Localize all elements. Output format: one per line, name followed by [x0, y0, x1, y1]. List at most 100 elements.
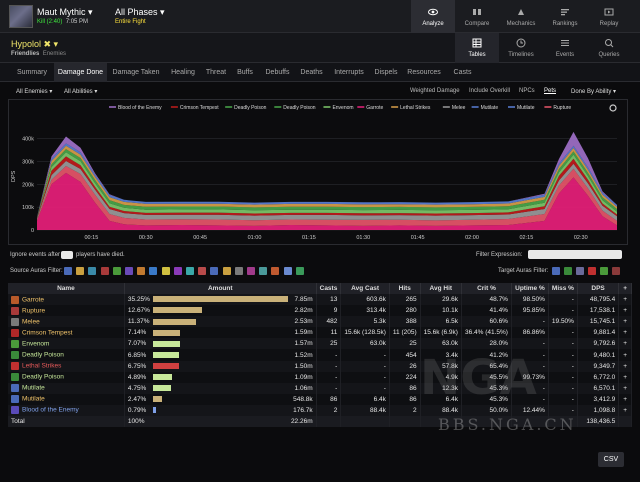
view-events[interactable]: Events	[543, 33, 587, 63]
col-uptime[interactable]: Uptime %	[511, 283, 549, 294]
tab-healing[interactable]: Healing	[164, 63, 202, 82]
ability-name[interactable]: Envenom	[8, 338, 125, 350]
source-aura-icon[interactable]	[234, 267, 243, 275]
tab-damage-done[interactable]: Damage Done	[54, 63, 107, 82]
table-row[interactable]: Garrote 35.25% 7.85m 13 603.6k 265 29.6k 48.7% 9…	[8, 294, 632, 306]
csv-export-button[interactable]: CSV	[598, 452, 624, 467]
nav-replay[interactable]: Replay	[587, 0, 631, 33]
table-row[interactable]: Mutilate 2.47% 548.8k 86 6.4k 86 6.4k 45.3% - -3,…	[8, 393, 632, 405]
tab-damage-taken[interactable]: Damage Taken	[108, 63, 164, 82]
col-expand[interactable]: +	[618, 283, 632, 294]
view-timelines[interactable]: Timelines	[499, 33, 543, 63]
table-row[interactable]: Rupture 12.67% 2.82m 9 313.4k 280 10.1k 41.4% 95…	[8, 305, 632, 317]
phase-selector[interactable]: All Phases ▾	[115, 7, 165, 18]
group-by-dropdown[interactable]: Done By Ability ▾	[571, 88, 616, 95]
col-dps[interactable]: DPS	[577, 283, 620, 294]
source-aura-icon[interactable]	[186, 267, 194, 275]
source-aura-icon[interactable]	[149, 267, 158, 275]
include-overkill-toggle[interactable]: Include Overkill	[469, 88, 510, 94]
ability-name[interactable]: Mutilate	[8, 393, 125, 405]
source-aura-icon[interactable]	[64, 267, 72, 275]
table-row[interactable]: Deadly Poison 4.89% 1.09m - -224 4.9k 45.5% 99.…	[8, 371, 632, 383]
expand-row-button[interactable]: +	[618, 404, 632, 417]
source-aura-icon[interactable]	[271, 267, 280, 275]
tab-interrupts[interactable]: Interrupts	[328, 63, 370, 82]
expand-row-button[interactable]: +	[618, 371, 632, 383]
source-aura-icon[interactable]	[173, 267, 182, 275]
abilities-dropdown[interactable]: All Abilities ▾	[64, 88, 97, 95]
ability-name[interactable]: Blood of the Enemy	[8, 404, 125, 417]
tab-debuffs[interactable]: Debuffs	[260, 63, 295, 82]
filter-expression-input[interactable]	[528, 250, 622, 259]
tab-summary[interactable]: Summary	[10, 63, 54, 82]
ability-name[interactable]: Deadly Poison	[8, 349, 125, 361]
col-avg-hit[interactable]: Avg Hit	[420, 283, 462, 294]
expand-row-button[interactable]: +	[618, 338, 632, 350]
source-aura-icon[interactable]	[247, 267, 255, 275]
table-row[interactable]: Melee 11.37% 2.53m 482 5.3k 388 6.5k 60.6% -19.5…	[8, 316, 632, 328]
source-aura-icon[interactable]	[283, 267, 292, 275]
view-queries[interactable]: Queries	[587, 33, 631, 63]
expand-row-button[interactable]: +	[618, 393, 632, 405]
tab-threat[interactable]: Threat	[202, 63, 230, 82]
source-aura-icon[interactable]	[210, 267, 219, 275]
player-selector[interactable]: Hypolol ✖ ▾	[11, 39, 58, 50]
source-aura-icon[interactable]	[125, 267, 133, 275]
tab-casts[interactable]: Casts	[446, 63, 479, 82]
tab-dispels[interactable]: Dispels	[370, 63, 402, 82]
ignore-count-input[interactable]	[61, 251, 73, 259]
nav-analyze[interactable]: Analyze	[411, 0, 455, 33]
expand-row-button[interactable]: +	[618, 327, 632, 339]
enemies-dropdown[interactable]: All Enemies ▾	[16, 88, 52, 95]
col-crit[interactable]: Crit %	[461, 283, 512, 294]
source-aura-icon[interactable]	[295, 267, 304, 275]
col-avg-cast[interactable]: Avg Cast	[340, 283, 390, 294]
source-aura-icon[interactable]	[88, 267, 97, 275]
nav-mechanics[interactable]: Mechanics	[499, 0, 543, 33]
ability-name[interactable]: Crimson Tempest	[8, 327, 125, 339]
expand-row-button[interactable]: +	[618, 382, 632, 394]
source-aura-icon[interactable]	[222, 267, 231, 275]
tab-resources[interactable]: Resources	[403, 63, 445, 82]
ability-name[interactable]: Deadly Poison	[8, 371, 125, 383]
source-aura-icon[interactable]	[259, 267, 268, 275]
expand-row-button[interactable]: +	[618, 360, 632, 372]
unit-type-toggle[interactable]: Friendlies Enemies	[11, 51, 66, 57]
col-casts[interactable]: Casts	[316, 283, 342, 294]
col-name[interactable]: Name	[8, 283, 125, 294]
view-tables[interactable]: Tables	[455, 33, 499, 63]
source-aura-icon[interactable]	[161, 267, 170, 275]
pets-toggle[interactable]: Pets	[544, 88, 556, 94]
table-row[interactable]: Envenom 7.07% 1.57m 25 63.0k 25 63.0k 28.0% - -9,…	[8, 338, 632, 350]
table-row[interactable]: Crimson Tempest 7.14% 1.59m 11 15.6k (128.5k…	[8, 327, 632, 339]
expand-row-button[interactable]: +	[618, 316, 632, 328]
weighted-damage-toggle[interactable]: Weighted Damage	[410, 88, 460, 94]
source-aura-icon[interactable]	[76, 267, 85, 275]
ability-name[interactable]: Melee	[8, 316, 125, 328]
expand-row-button[interactable]: +	[618, 294, 632, 306]
expand-row-button[interactable]: +	[618, 305, 632, 317]
table-row[interactable]: Lethal Strikes 6.75% 1.50m - -26 57.8k 65.4% - -…	[8, 360, 632, 372]
nav-compare[interactable]: Compare	[455, 0, 499, 33]
target-aura-icon[interactable]	[564, 267, 572, 275]
target-aura-icon[interactable]	[588, 267, 596, 275]
encounter-selector[interactable]: Maut Mythic ▾	[37, 7, 93, 18]
target-aura-icon[interactable]	[600, 267, 608, 275]
ability-name[interactable]: Lethal Strikes	[8, 360, 125, 372]
source-aura-icon[interactable]	[137, 267, 146, 275]
target-aura-icon[interactable]	[612, 267, 620, 275]
target-aura-icon[interactable]	[552, 267, 560, 275]
table-row[interactable]: Deadly Poison 6.85% 1.52m - -454 3.4k 41.2% - -9…	[8, 349, 632, 361]
col-amount[interactable]: Amount	[124, 283, 317, 294]
col-hits[interactable]: Hits	[389, 283, 421, 294]
source-aura-icon[interactable]	[100, 267, 109, 275]
npcs-toggle[interactable]: NPCs	[519, 88, 535, 94]
table-row[interactable]: Mutilate 4.75% 1.06m - -86 12.3k 45.3% - -6,570.…	[8, 382, 632, 394]
ability-name[interactable]: Mutilate	[8, 382, 125, 394]
target-aura-icon[interactable]	[576, 267, 584, 275]
col-miss[interactable]: Miss %	[548, 283, 578, 294]
tab-deaths[interactable]: Deaths	[296, 63, 327, 82]
source-aura-icon[interactable]	[198, 267, 207, 275]
tab-buffs[interactable]: Buffs	[231, 63, 259, 82]
ability-name[interactable]: Rupture	[8, 305, 125, 317]
